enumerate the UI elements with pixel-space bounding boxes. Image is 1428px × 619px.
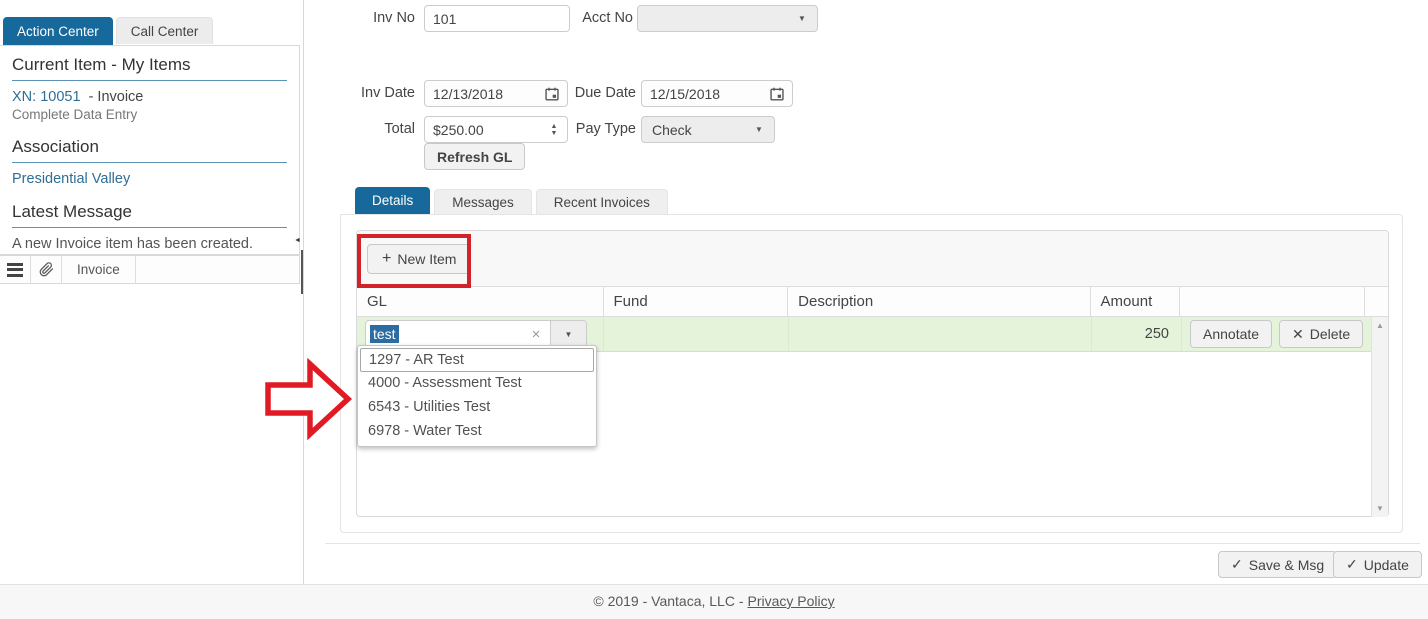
check-icon: ✓ bbox=[1346, 556, 1358, 573]
column-header-amount[interactable]: Amount bbox=[1090, 287, 1180, 316]
gl-combobox-value[interactable]: test bbox=[366, 321, 522, 347]
current-item-heading: Current Item - My Items bbox=[12, 55, 287, 81]
tab-messages[interactable]: Messages bbox=[434, 189, 532, 215]
attachments-button[interactable] bbox=[31, 256, 62, 283]
sidebar-bottom-bar: Invoice bbox=[0, 255, 300, 284]
bottom-tab-invoice[interactable]: Invoice bbox=[62, 256, 136, 283]
gl-dropdown-button[interactable]: ▼ bbox=[550, 321, 586, 347]
amount-cell[interactable]: 250 bbox=[1091, 317, 1181, 351]
bottom-divider bbox=[325, 543, 1420, 544]
content-tabstrip: Details Messages Recent Invoices bbox=[355, 187, 668, 215]
latest-message-text: A new Invoice item has been created. bbox=[12, 236, 287, 252]
due-date-input[interactable] bbox=[642, 81, 762, 106]
menu-button[interactable] bbox=[0, 256, 31, 283]
chevron-down-icon: ▼ bbox=[565, 330, 573, 339]
item-type-label: - Invoice bbox=[89, 89, 144, 105]
pay-type-dropdown-button[interactable]: ▼ bbox=[744, 125, 774, 134]
privacy-policy-link[interactable]: Privacy Policy bbox=[748, 593, 835, 609]
refresh-gl-button[interactable]: Refresh GL bbox=[424, 143, 525, 170]
gl-dropdown-list: 1297 - AR Test 4000 - Assessment Test 65… bbox=[357, 345, 597, 447]
current-item-line: XN: 10051 - Invoice bbox=[12, 89, 287, 105]
scroll-up-icon[interactable]: ▲ bbox=[1372, 321, 1388, 330]
paperclip-icon bbox=[39, 262, 54, 277]
splitter-collapse-icon[interactable]: ◄ bbox=[294, 237, 301, 244]
acct-no-dropdown[interactable]: ▼ bbox=[637, 5, 818, 32]
inv-date-label: Inv Date bbox=[330, 80, 415, 107]
pay-type-label: Pay Type bbox=[563, 116, 636, 143]
update-button[interactable]: ✓ Update bbox=[1333, 551, 1422, 578]
row-actions-cell: Annotate ✕ Delete bbox=[1181, 317, 1366, 351]
delete-button[interactable]: ✕ Delete bbox=[1279, 320, 1363, 348]
latest-message-heading: Latest Message bbox=[12, 202, 287, 228]
column-header-spacer bbox=[1364, 287, 1388, 316]
spinner-up-icon: ▲ bbox=[551, 123, 558, 130]
check-icon: ✓ bbox=[1231, 556, 1243, 573]
tab-call-center[interactable]: Call Center bbox=[116, 17, 214, 44]
save-and-msg-button[interactable]: ✓ Save & Msg bbox=[1218, 551, 1337, 578]
grid-header-row: GL Fund Description Amount bbox=[357, 287, 1388, 317]
column-header-gl[interactable]: GL bbox=[357, 287, 603, 316]
copyright-text: © 2019 - Vantaca, LLC - bbox=[593, 593, 743, 609]
tab-action-center[interactable]: Action Center bbox=[3, 17, 113, 46]
plus-icon: + bbox=[382, 250, 391, 268]
association-heading: Association bbox=[12, 137, 287, 163]
total-input[interactable] bbox=[425, 117, 541, 142]
hamburger-icon bbox=[7, 260, 23, 279]
due-date-label: Due Date bbox=[563, 80, 636, 107]
sidebar-tabstrip: Action CenterCall Center bbox=[3, 17, 213, 46]
tab-details[interactable]: Details bbox=[355, 187, 430, 215]
spinner-down-icon: ▼ bbox=[551, 130, 558, 137]
description-cell[interactable] bbox=[788, 317, 1091, 351]
gl-option[interactable]: 1297 - AR Test bbox=[360, 348, 594, 372]
new-item-button[interactable]: + New Item bbox=[367, 244, 471, 274]
due-date-picker bbox=[641, 80, 793, 107]
association-link[interactable]: Presidential Valley bbox=[12, 171, 287, 187]
calendar-icon bbox=[545, 87, 559, 101]
gl-option[interactable]: 6543 - Utilities Test bbox=[360, 396, 594, 420]
invoice-app-window: Action CenterCall Center Current Item - … bbox=[0, 0, 1428, 619]
item-status-label: Complete Data Entry bbox=[12, 107, 287, 122]
inv-no-label: Inv No bbox=[330, 5, 415, 32]
total-label: Total bbox=[330, 116, 415, 143]
inv-date-input[interactable] bbox=[425, 81, 537, 106]
inv-no-input[interactable] bbox=[424, 5, 570, 32]
acct-no-label: Acct No bbox=[560, 5, 633, 32]
acct-no-dropdown-button[interactable]: ▼ bbox=[787, 14, 817, 23]
chevron-down-icon: ▼ bbox=[798, 14, 806, 23]
clear-icon[interactable]: × bbox=[522, 321, 550, 347]
page-footer: © 2019 - Vantaca, LLC - Privacy Policy bbox=[0, 584, 1428, 619]
gl-option[interactable]: 6978 - Water Test bbox=[360, 420, 594, 444]
pay-type-dropdown[interactable]: Check ▼ bbox=[641, 116, 775, 143]
calendar-icon bbox=[770, 87, 784, 101]
total-numeric-field: ▲ ▼ bbox=[424, 116, 568, 143]
tab-recent-invoices[interactable]: Recent Invoices bbox=[536, 189, 668, 215]
column-header-actions bbox=[1179, 287, 1364, 316]
grid-toolbar: + New Item bbox=[357, 231, 1388, 287]
splitter-handle[interactable] bbox=[301, 250, 303, 294]
x-icon: ✕ bbox=[1292, 326, 1304, 343]
inv-date-picker bbox=[424, 80, 568, 107]
action-center-panel: Current Item - My Items XN: 10051 - Invo… bbox=[0, 45, 300, 255]
gl-option[interactable]: 4000 - Assessment Test bbox=[360, 372, 594, 396]
fund-cell[interactable] bbox=[603, 317, 788, 351]
due-date-calendar-button[interactable] bbox=[762, 81, 792, 106]
grid-scrollbar[interactable]: ▲ ▼ bbox=[1371, 317, 1388, 517]
sidebar-splitter[interactable] bbox=[303, 0, 304, 584]
column-header-fund[interactable]: Fund bbox=[603, 287, 788, 316]
chevron-down-icon: ▼ bbox=[755, 125, 763, 134]
gl-combobox[interactable]: test × ▼ bbox=[365, 320, 587, 348]
annotate-button[interactable]: Annotate bbox=[1190, 320, 1272, 348]
column-header-description[interactable]: Description bbox=[787, 287, 1089, 316]
pay-type-value: Check bbox=[642, 122, 744, 138]
scroll-down-icon[interactable]: ▼ bbox=[1372, 504, 1388, 513]
item-number-link[interactable]: XN: 10051 bbox=[12, 89, 81, 105]
